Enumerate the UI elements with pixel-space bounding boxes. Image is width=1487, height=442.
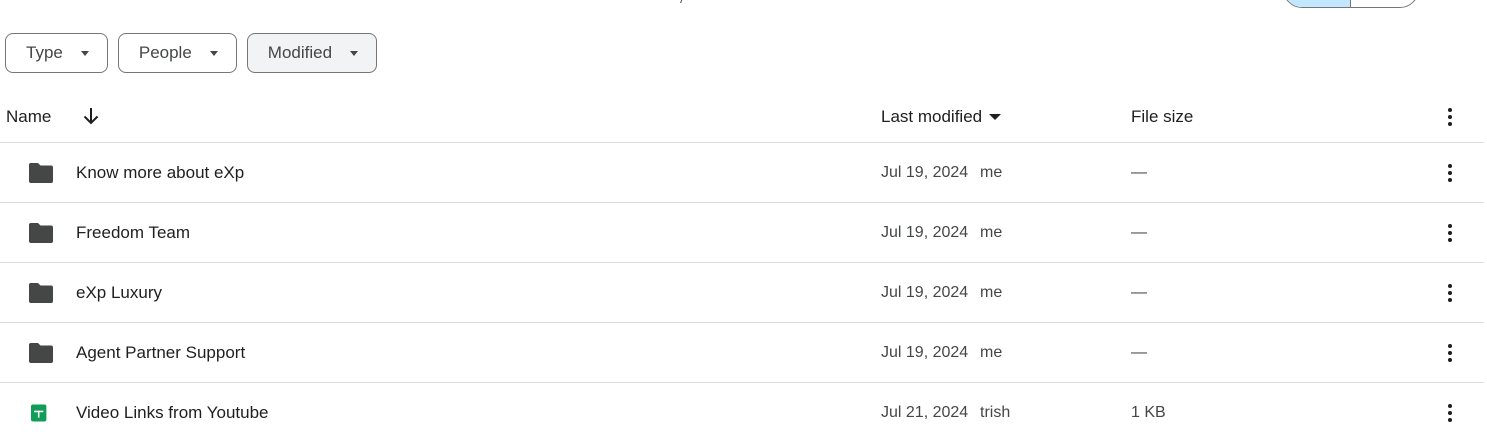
modified-filter-chip[interactable]: Modified (246, 33, 378, 73)
folder-icon (29, 343, 53, 363)
file-name: Freedom Team (76, 223, 191, 242)
more-options-icon[interactable] (1438, 341, 1462, 365)
file-size: — (1131, 164, 1147, 181)
modified-date: Jul 19, 2024 (881, 224, 969, 241)
file-name: eXp Luxury (76, 283, 162, 302)
name-column-header[interactable]: Name (6, 107, 51, 127)
folder-icon (29, 283, 53, 303)
file-name: Video Links from Youtube (76, 403, 269, 422)
file-size: 1 KB (1131, 404, 1166, 421)
table-header: Name Last modified File size (0, 92, 1484, 143)
dropdown-caret-icon (80, 50, 89, 56)
file-rows: Know more about eXp Jul 19, 2024 me — Fr… (0, 143, 1484, 442)
last-modified-label: Last modified (881, 107, 983, 126)
modified-date: Jul 19, 2024 (881, 344, 969, 361)
file-size: — (1131, 224, 1147, 241)
modified-date: Jul 19, 2024 (881, 284, 969, 301)
file-size-column-header[interactable]: File size (1131, 107, 1193, 127)
table-row[interactable]: Know more about eXp Jul 19, 2024 me — (0, 143, 1484, 203)
more-options-icon[interactable] (1438, 281, 1462, 305)
sort-caret-icon (989, 114, 1002, 120)
file-size: — (1131, 284, 1147, 301)
truncated-mark (675, 0, 683, 3)
modified-by: me (980, 344, 1003, 361)
file-size: — (1131, 344, 1147, 361)
last-modified-column-header[interactable]: Last modified (881, 107, 1002, 127)
file-name: Agent Partner Support (76, 343, 246, 362)
people-filter-label: People (138, 43, 192, 62)
more-options-icon[interactable] (1438, 161, 1462, 185)
table-row[interactable]: Agent Partner Support Jul 19, 2024 me — (0, 323, 1484, 383)
table-row[interactable]: Freedom Team Jul 19, 2024 me — (0, 203, 1484, 263)
modified-date: Jul 19, 2024 (881, 164, 969, 181)
drive-file-list: Type People Modified Name Last modified … (0, 0, 1487, 442)
view-toggle[interactable] (1283, 0, 1419, 8)
modified-date: Jul 21, 2024 (881, 404, 969, 421)
modified-filter-label: Modified (267, 43, 333, 62)
more-options-icon[interactable] (1438, 105, 1462, 129)
type-filter-label: Type (26, 43, 63, 62)
more-options-icon[interactable] (1438, 401, 1462, 425)
people-filter-chip[interactable]: People (117, 33, 237, 73)
folder-icon (29, 223, 53, 243)
more-options-icon[interactable] (1438, 221, 1462, 245)
file-name: Know more about eXp (76, 163, 245, 182)
dropdown-caret-icon (209, 50, 218, 56)
modified-by: trish (980, 404, 1011, 421)
dropdown-caret-icon (350, 50, 359, 56)
type-filter-chip[interactable]: Type (5, 33, 108, 73)
modified-by: me (980, 224, 1003, 241)
table-row[interactable]: Video Links from Youtube Jul 21, 2024 tr… (0, 383, 1484, 442)
google-sheets-icon (31, 404, 47, 422)
modified-by: me (980, 164, 1003, 181)
filter-chips: Type People Modified (5, 33, 378, 73)
list-view-button[interactable] (1284, 0, 1351, 7)
grid-view-button[interactable] (1351, 0, 1418, 7)
table-row[interactable]: eXp Luxury Jul 19, 2024 me — (0, 263, 1484, 323)
modified-by: me (980, 284, 1003, 301)
folder-icon (29, 163, 53, 183)
down-arrow-icon[interactable] (82, 106, 100, 126)
